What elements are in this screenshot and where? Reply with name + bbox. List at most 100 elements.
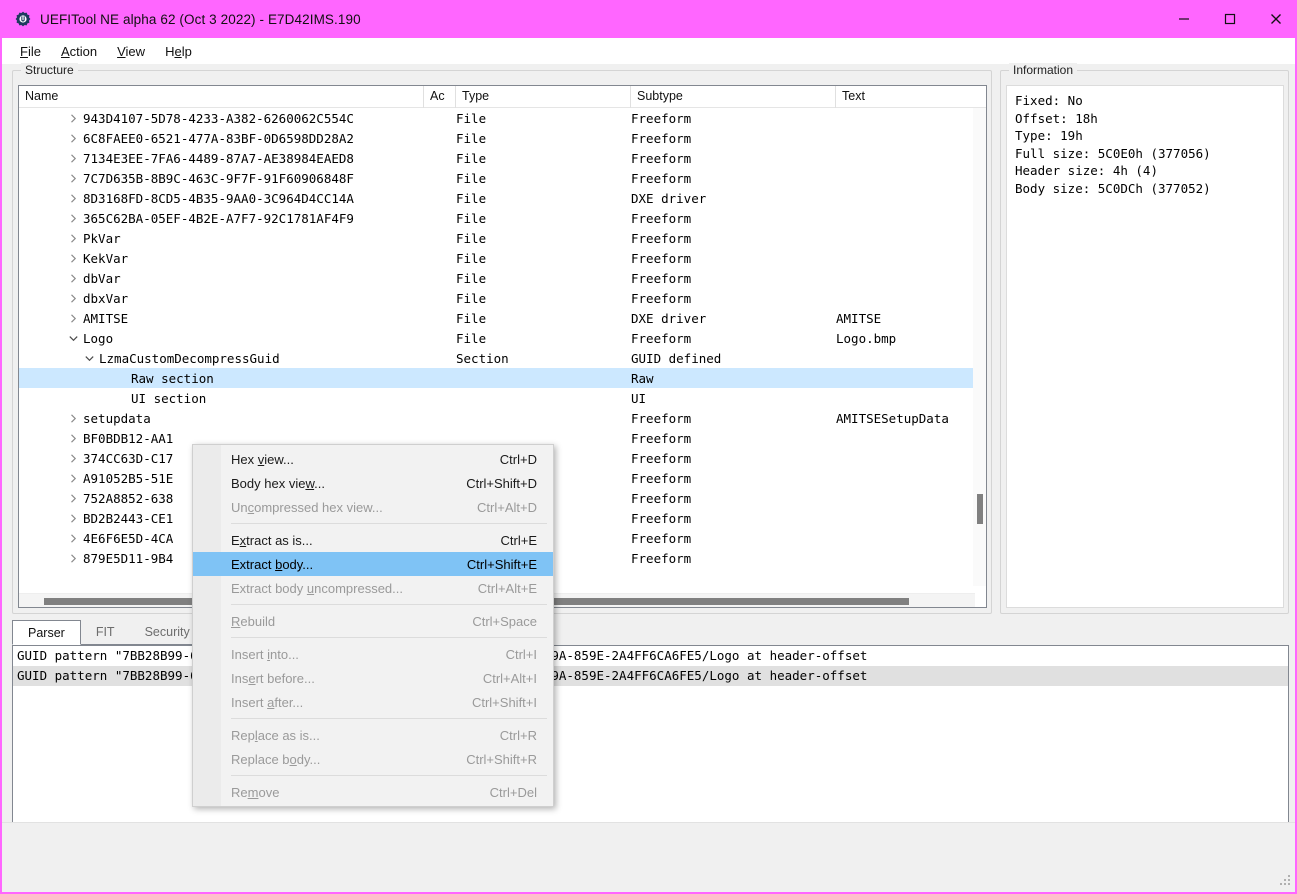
context-menu-item-shortcut: Ctrl+D [500, 452, 553, 467]
tree-item-name-cell: LzmaCustomDecompressGuid [19, 348, 424, 368]
tree-cell-type: File [456, 111, 631, 126]
tree-cell-subtype: Freeform [631, 251, 836, 266]
resize-grip-icon[interactable] [1280, 875, 1292, 887]
column-header-type[interactable]: Type [456, 86, 631, 108]
tree-item-name-cell: 8D3168FD-8CD5-4B35-9AA0-3C964D4CC14A [19, 188, 424, 208]
chevron-right-icon[interactable] [67, 132, 80, 145]
tree-vertical-scroll-thumb[interactable] [977, 494, 983, 524]
context-menu-item-insert-after: Insert after...Ctrl+Shift+I [193, 690, 553, 714]
chevron-right-icon[interactable] [67, 472, 80, 485]
tree-cell-type: File [456, 211, 631, 226]
tab-fit[interactable]: FIT [81, 620, 130, 645]
chevron-right-icon[interactable] [67, 552, 80, 565]
tree-cell-subtype: Freeform [631, 331, 836, 346]
table-row[interactable]: 943D4107-5D78-4233-A382-6260062C554C File… [19, 108, 986, 128]
table-row[interactable]: KekVarFileFreeform [19, 248, 986, 268]
chevron-right-icon[interactable] [67, 112, 80, 125]
chevron-right-icon[interactable] [67, 152, 80, 165]
menu-help[interactable]: Help [155, 41, 202, 62]
column-header-subtype[interactable]: Subtype [631, 86, 836, 108]
table-row[interactable]: PkVarFileFreeform [19, 228, 986, 248]
tree-cell-subtype: Freeform [631, 451, 836, 466]
tree-vertical-scrollbar[interactable] [973, 108, 986, 586]
close-button[interactable] [1253, 0, 1297, 38]
tree-item-name-cell: UI section [19, 388, 424, 408]
context-menu-item-hex-view[interactable]: Hex view...Ctrl+D [193, 447, 553, 471]
maximize-button[interactable] [1207, 0, 1253, 38]
table-row[interactable]: Raw sectionRaw [19, 368, 986, 388]
information-group-title: Information [1009, 63, 1077, 77]
table-row[interactable]: 7C7D635B-8B9C-463C-9F7F-91F60906848FFile… [19, 168, 986, 188]
table-row[interactable]: UI section UI [19, 388, 986, 408]
table-row[interactable]: AMITSEFileDXE driverAMITSE [19, 308, 986, 328]
column-header-text[interactable]: Text [836, 86, 986, 108]
table-row[interactable]: 365C62BA-05EF-4B2E-A7F7-92C1781AF4F9 File… [19, 208, 986, 228]
column-header-name[interactable]: Name [19, 86, 424, 108]
tree-item-label: setupdata [83, 411, 151, 426]
minimize-button[interactable] [1161, 0, 1207, 38]
tree-cell-subtype: Freeform [631, 551, 836, 566]
chevron-right-icon[interactable] [67, 452, 80, 465]
tab-parser[interactable]: Parser [12, 620, 81, 645]
chevron-right-icon[interactable] [67, 512, 80, 525]
chevron-right-icon[interactable] [67, 432, 80, 445]
tree-item-label: Logo [83, 331, 113, 346]
tree-cell-subtype: Freeform [631, 291, 836, 306]
table-row[interactable]: 6C8FAEE0-6521-477A-83BF-0D6598DD28A2File… [19, 128, 986, 148]
table-row[interactable]: LzmaCustomDecompressGuidSectionGUID defi… [19, 348, 986, 368]
chevron-right-icon[interactable] [67, 312, 80, 325]
window-controls [1161, 0, 1297, 38]
context-menu-item-label: Insert after... [231, 695, 303, 710]
tree-item-label: 6C8FAEE0-6521-477A-83BF-0D6598DD28A2 [83, 131, 354, 146]
menu-separator [231, 637, 547, 638]
table-row[interactable]: dbxVarFileFreeform [19, 288, 986, 308]
chevron-right-icon[interactable] [67, 252, 80, 265]
table-row[interactable]: dbVarFileFreeform [19, 268, 986, 288]
chevron-right-icon[interactable] [67, 232, 80, 245]
table-row[interactable]: 7134E3EE-7FA6-4489-87A7-AE38984EAED8File… [19, 148, 986, 168]
table-row[interactable]: 8D3168FD-8CD5-4B35-9AA0-3C964D4CC14AFile… [19, 188, 986, 208]
menu-separator [231, 718, 547, 719]
chevron-right-icon[interactable] [67, 532, 80, 545]
chevron-right-icon[interactable] [67, 412, 80, 425]
tree-cell-subtype: UI [631, 391, 836, 406]
title-bar: UEFITool NE alpha 62 (Oct 3 2022) - E7D4… [2, 0, 1297, 38]
tree-cell-subtype: Freeform [631, 531, 836, 546]
chevron-right-icon[interactable] [67, 272, 80, 285]
context-menu[interactable]: Hex view...Ctrl+DBody hex view...Ctrl+Sh… [192, 444, 554, 807]
chevron-right-icon[interactable] [67, 292, 80, 305]
menu-separator [231, 775, 547, 776]
tree-item-name-cell: KekVar [19, 248, 424, 268]
information-group: Information Fixed: No Offset: 18h Type: … [1000, 70, 1289, 614]
menu-separator [231, 604, 547, 605]
tree-item-name-cell: dbVar [19, 268, 424, 288]
tree-cell-type: Section [456, 351, 631, 366]
tree-item-name-cell: 365C62BA-05EF-4B2E-A7F7-92C1781AF4F9 [19, 208, 424, 228]
context-menu-item-extract-as-is[interactable]: Extract as is...Ctrl+E [193, 528, 553, 552]
tree-item-name-cell: 7134E3EE-7FA6-4489-87A7-AE38984EAED8 [19, 148, 424, 168]
column-header-ac[interactable]: Ac [424, 86, 456, 108]
menu-view[interactable]: View [107, 41, 155, 62]
message-tabs: Parser FIT Security [12, 620, 205, 645]
uefitool-app-icon [15, 11, 31, 27]
tree-item-name-cell: Logo [19, 328, 424, 348]
tree-cell-subtype: DXE driver [631, 311, 836, 326]
tree-cell-subtype: Freeform [631, 171, 836, 186]
context-menu-item-label: Replace as is... [231, 728, 320, 743]
tree-item-name-cell: dbxVar [19, 288, 424, 308]
chevron-right-icon[interactable] [67, 192, 80, 205]
menu-file[interactable]: File [10, 41, 51, 62]
chevron-down-icon[interactable] [67, 332, 80, 345]
chevron-down-icon[interactable] [83, 352, 96, 365]
table-row[interactable]: setupdataFreeformAMITSESetupData [19, 408, 986, 428]
chevron-right-icon[interactable] [67, 172, 80, 185]
context-menu-item-body-hex-view[interactable]: Body hex view...Ctrl+Shift+D [193, 471, 553, 495]
menu-action[interactable]: Action [51, 41, 107, 62]
chevron-right-icon[interactable] [67, 212, 80, 225]
table-row[interactable]: LogoFileFreeformLogo.bmp [19, 328, 986, 348]
context-menu-item-label: Extract as is... [231, 533, 313, 548]
chevron-right-icon[interactable] [67, 492, 80, 505]
menu-bar: File Action View Help [2, 38, 1295, 64]
tree-item-name-cell: 943D4107-5D78-4233-A382-6260062C554C [19, 108, 424, 128]
context-menu-item-extract-body[interactable]: Extract body...Ctrl+Shift+E [193, 552, 553, 576]
